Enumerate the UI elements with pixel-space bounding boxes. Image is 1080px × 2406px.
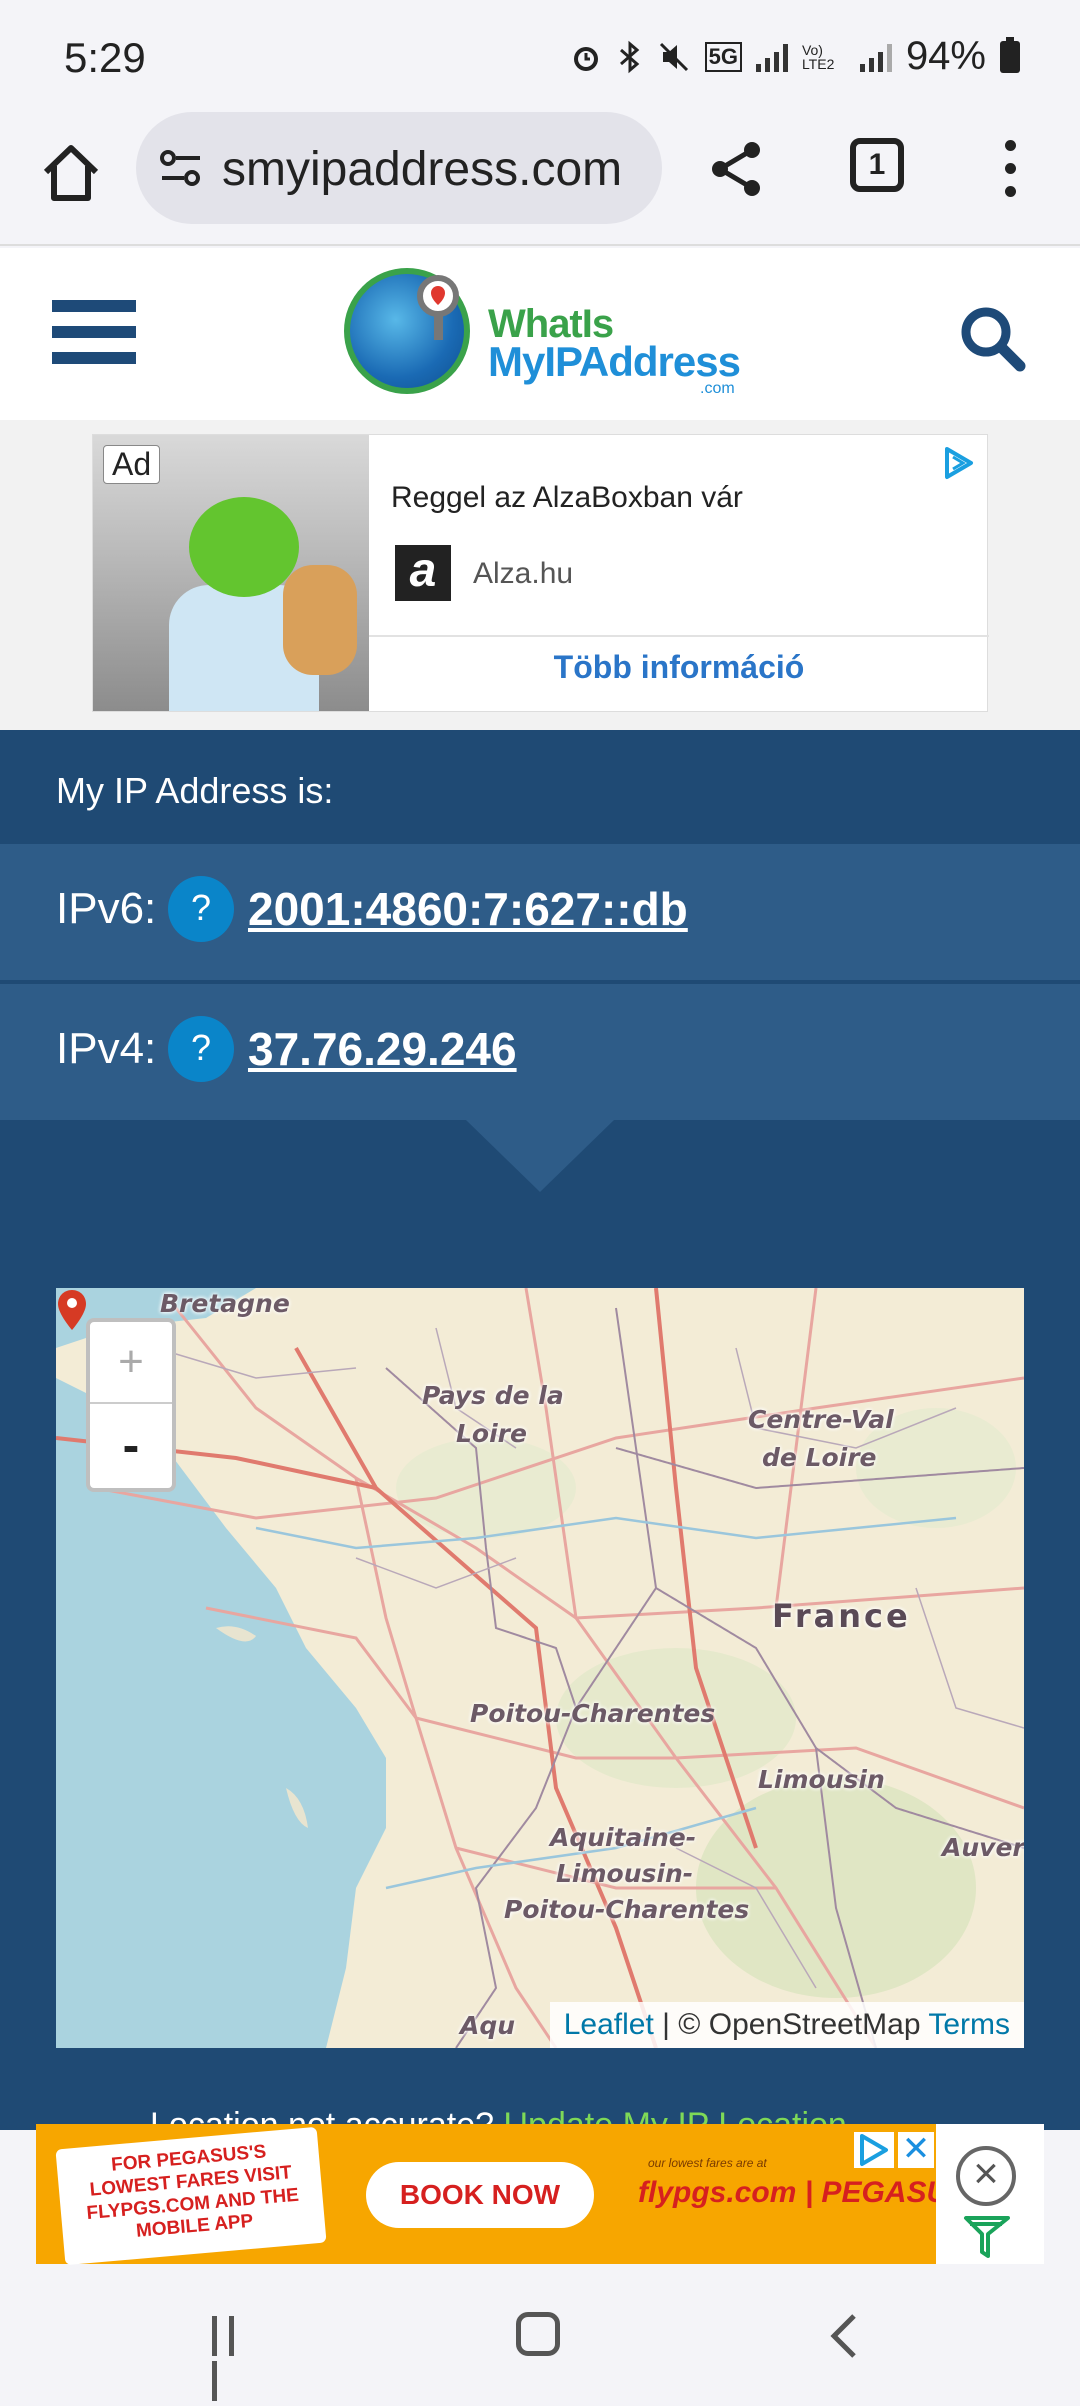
tab-switcher-button[interactable]: 1 [850, 138, 904, 192]
alarm-icon [573, 46, 598, 71]
map-label-bretagne: Bretagne [160, 1289, 290, 1318]
ad-close-icon[interactable]: ✕ [898, 2132, 934, 2168]
battery-icon [1000, 36, 1020, 73]
leaflet-link[interactable]: Leaflet [564, 2008, 654, 2041]
section-pointer [466, 1120, 614, 1192]
map-label-pays-de-la-loire-1: Pays de la [422, 1381, 564, 1410]
map-label-pays-de-la-loire-2: Loire [456, 1419, 527, 1448]
ad-brand[interactable]: Alza.hu [473, 557, 573, 591]
overflow-menu-icon[interactable] [1000, 140, 1020, 204]
adchoices-icon[interactable] [941, 445, 977, 481]
system-nav-bar [0, 2266, 1080, 2401]
map-label-auvergne: Auverg [942, 1833, 1024, 1862]
map-label-aquitaine-1: Aquitaine- [550, 1823, 697, 1852]
search-icon[interactable] [956, 302, 1028, 374]
map-label-aquitaine-2: Limousin- [556, 1859, 694, 1888]
ad-feedback-icon[interactable] [962, 2214, 1012, 2260]
map-label-aqu: Aqu [460, 2011, 516, 2040]
home-nav-icon[interactable] [516, 2312, 560, 2356]
home-icon[interactable] [36, 138, 106, 208]
mute-icon [659, 42, 688, 71]
pegasus-brand: flypgs.com | PEGASUS [638, 2176, 969, 2209]
site-logo[interactable]: WhatIs MyIPAddress .com [340, 262, 760, 402]
back-icon[interactable] [826, 2312, 860, 2360]
ad-tagline: our lowest fares are at [648, 2156, 767, 2170]
map-label-centre-val-2: de Loire [762, 1443, 877, 1472]
ad-character-head [189, 497, 299, 597]
zoom-in-button[interactable]: + [90, 1322, 172, 1404]
ipv4-help-icon[interactable]: ? [168, 1016, 234, 1082]
ad-badge: Ad [103, 445, 161, 484]
hamburger-menu-icon[interactable] [52, 300, 136, 364]
address-bar[interactable]: smyipaddress.com [136, 112, 662, 224]
teddy-bear-image [283, 565, 357, 675]
ip-heading: My IP Address is: [56, 770, 334, 811]
dismiss-ad-icon[interactable]: × [956, 2146, 1016, 2206]
network-5g-icon: 5G [704, 41, 742, 72]
logo-text-line2: MyIPAddress [488, 338, 741, 385]
ipv6-label: IPv6: [56, 884, 157, 933]
volte-icon: Vo) LTE2 [801, 41, 835, 72]
status-icons: 5G Vo) LTE2 94% [569, 34, 1020, 79]
logo-suffix: .com [700, 380, 735, 397]
bluetooth-icon [619, 40, 639, 73]
divider [369, 635, 989, 637]
map-label-poitou-charentes: Poitou-Charentes [470, 1699, 716, 1728]
status-bar: 5:29 5G Vo) LTE2 94% [0, 0, 1080, 110]
ipv4-row: IPv4: ? 37.76.29.246 [0, 984, 1080, 1120]
ipv4-value-link[interactable]: 37.76.29.246 [248, 1022, 517, 1076]
terms-link[interactable]: Terms [928, 2008, 1010, 2041]
alza-logo-icon: a [395, 545, 451, 601]
location-map[interactable]: Bretagne Pays de la Loire Centre-Val de … [56, 1288, 1024, 2048]
site-header: WhatIs MyIPAddress .com [0, 248, 1080, 420]
adchoices-icon[interactable] [854, 2132, 894, 2168]
ad-ticket-text: FOR PEGASUS'S LOWEST FARES VISIT FLYPGS.… [85, 2141, 300, 2243]
map-label-france: France [772, 1597, 911, 1635]
osm-attribution-text: | © OpenStreetMap [662, 2008, 921, 2041]
status-time: 5:29 [64, 34, 146, 81]
url-text[interactable]: smyipaddress.com [222, 142, 622, 197]
ad-image[interactable]: Ad [93, 435, 369, 711]
ipv6-value-link[interactable]: 2001:4860:7:627::db [248, 882, 688, 936]
share-icon[interactable] [706, 138, 768, 200]
map-attribution: Leaflet | © OpenStreetMap Terms [549, 2002, 1024, 2048]
ipv6-help-icon[interactable]: ? [168, 876, 234, 942]
zoom-control: + - [86, 1318, 176, 1492]
ad-more-info-button[interactable]: Több információ [369, 649, 989, 686]
site-settings-icon[interactable] [158, 148, 204, 188]
map-label-aquitaine-3: Poitou-Charentes [504, 1895, 750, 1924]
ipv4-label: IPv4: [56, 1024, 157, 1073]
signal-2-icon [859, 42, 892, 72]
ipv6-row: IPv6: ? 2001:4860:7:627::db [0, 844, 1080, 980]
book-now-button[interactable]: BOOK NOW [366, 2162, 594, 2228]
browser-toolbar: smyipaddress.com 1 [0, 110, 1080, 246]
signal-icon [755, 42, 788, 72]
battery-percent: 94% [905, 34, 986, 78]
bottom-ad-banner[interactable]: FOR PEGASUS'S LOWEST FARES VISIT FLYPGS.… [36, 2124, 968, 2266]
ip-section: My IP Address is: IPv6: ? 2001:4860:7:62… [0, 730, 1080, 2144]
map-label-centre-val-1: Centre-Val [748, 1405, 894, 1434]
zoom-out-button[interactable]: - [90, 1406, 172, 1488]
location-marker-icon[interactable] [56, 1288, 88, 1332]
top-ad-card[interactable]: Ad Reggel az AlzaBoxban vár a Alza.hu Tö… [92, 434, 989, 712]
map-label-limousin: Limousin [758, 1765, 885, 1794]
magnifier-pin-icon [417, 275, 459, 340]
ad-title[interactable]: Reggel az AlzaBoxban vár [391, 481, 743, 515]
recent-apps-icon[interactable] [212, 2316, 256, 2401]
top-ad-band: Ad Reggel az AlzaBoxban vár a Alza.hu Tö… [0, 420, 1080, 730]
ad-ticket: FOR PEGASUS'S LOWEST FARES VISIT FLYPGS.… [55, 2126, 327, 2266]
ad-dismiss-panel: × [936, 2124, 1044, 2264]
